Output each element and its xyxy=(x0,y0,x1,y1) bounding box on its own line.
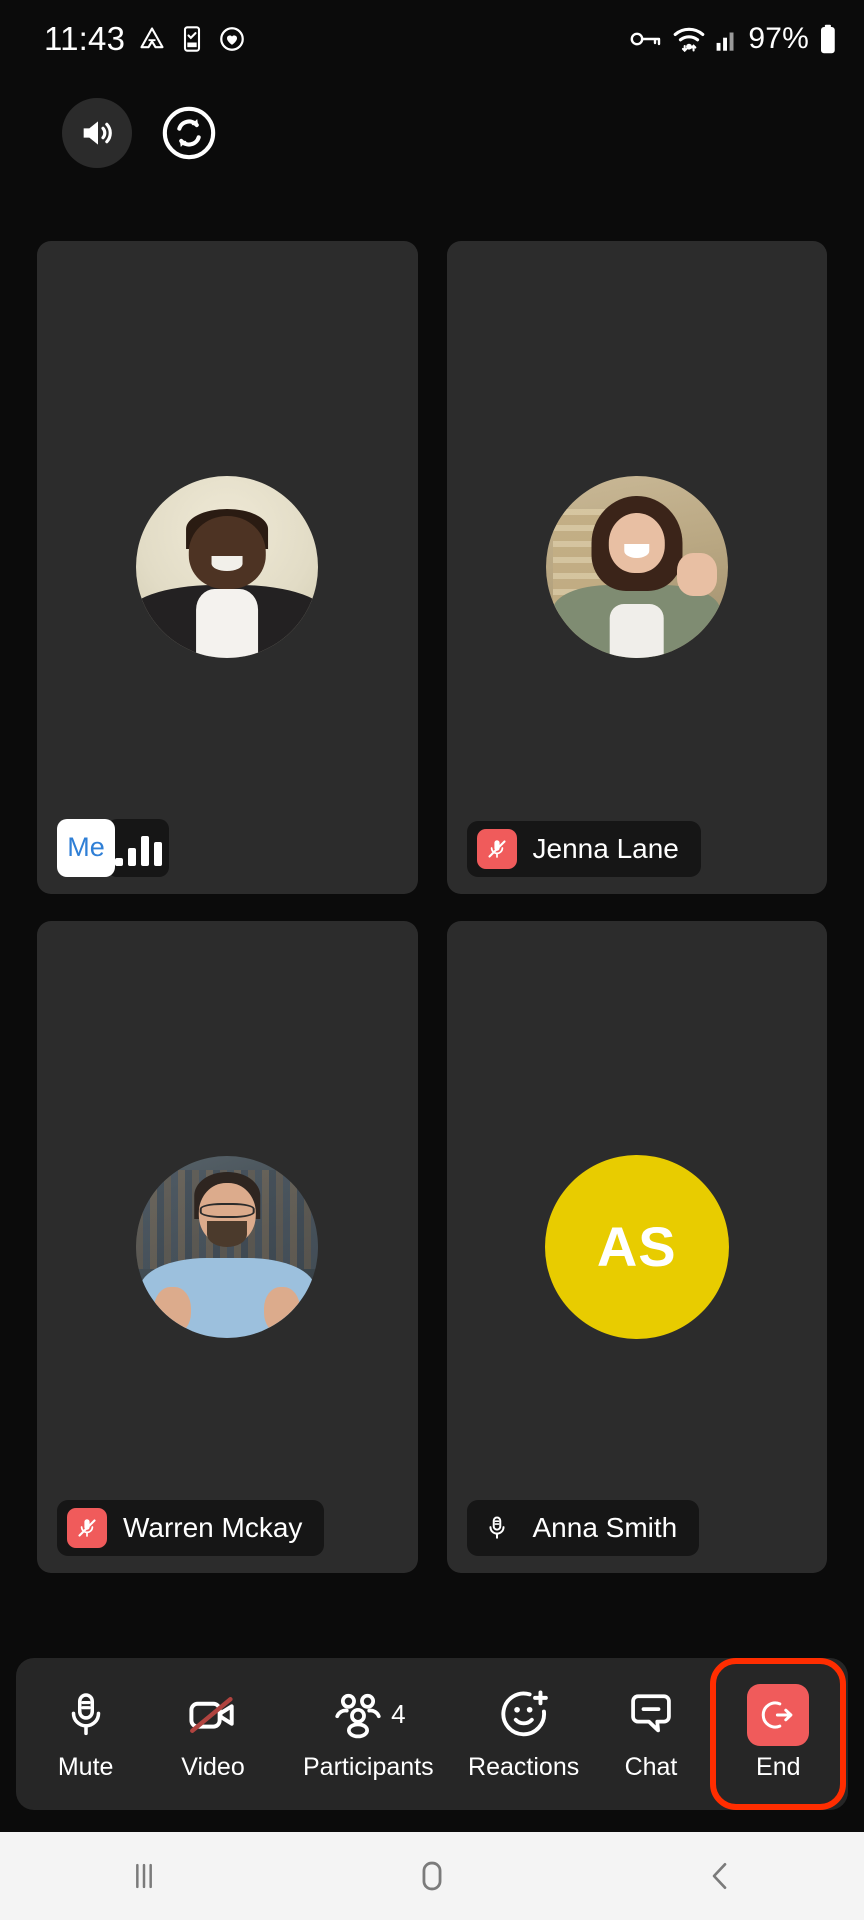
participants-button[interactable]: 4 Participants xyxy=(278,1664,458,1804)
video-label: Video xyxy=(181,1752,245,1781)
people-icon xyxy=(335,1693,381,1738)
avatar-wrapper xyxy=(545,476,728,659)
speaker-icon xyxy=(83,121,112,145)
status-bar-right: 97% xyxy=(629,22,838,56)
avatar xyxy=(136,1155,319,1338)
avatar-photo xyxy=(136,476,319,659)
avatar-initials: AS xyxy=(544,1154,729,1339)
avatar-wrapper: AS xyxy=(544,1154,729,1339)
tile-badge-row: Warren Mckay xyxy=(57,1500,325,1556)
heart-activity-icon xyxy=(220,27,244,51)
avatar xyxy=(545,476,728,659)
avatar xyxy=(136,476,319,659)
end-label: End xyxy=(756,1752,801,1781)
chat-label: Chat xyxy=(624,1752,678,1781)
mic-unmuted-icon xyxy=(477,1508,517,1548)
smiley-plus-icon xyxy=(498,1687,550,1743)
end-call-icon-wrap xyxy=(747,1683,810,1746)
call-toolbar: Mute Video 4 Participants Reactions Chat… xyxy=(16,1658,848,1810)
phone-checklist-icon xyxy=(184,26,201,52)
phone-screen: 11:43 97% Me Jenna Lane Warren Mckay AS … xyxy=(0,0,864,1920)
top-controls xyxy=(62,98,224,168)
tile-badge-row: Me xyxy=(57,818,169,877)
chat-bubble-icon xyxy=(625,1687,677,1743)
participant-name: Warren Mckay xyxy=(123,1512,303,1543)
avatar-photo xyxy=(136,1155,319,1338)
wifi-icon xyxy=(674,27,705,53)
switch-camera-button[interactable] xyxy=(154,98,224,168)
microphone-icon xyxy=(61,1687,111,1743)
vpn-key-icon xyxy=(630,32,661,46)
status-bar: 11:43 97% xyxy=(0,0,864,78)
video-grid: Me Jenna Lane Warren Mckay AS Anna Smith xyxy=(37,241,827,1573)
video-off-icon xyxy=(186,1687,240,1743)
cellular-signal-icon xyxy=(716,32,734,51)
mic-muted-icon xyxy=(67,1508,107,1548)
avatar-photo xyxy=(545,476,728,659)
participant-name: Anna Smith xyxy=(532,1512,678,1543)
battery-percent-label: 97% xyxy=(748,22,809,55)
google-drive-icon xyxy=(140,27,164,49)
battery-icon xyxy=(821,24,835,54)
signal-strength-icon xyxy=(107,818,169,877)
participant-tile-warren[interactable]: Warren Mckay xyxy=(37,920,418,1573)
participants-label: Participants xyxy=(303,1752,434,1781)
participants-icon-group: 4 xyxy=(331,1687,406,1743)
recents-icon xyxy=(136,1863,152,1889)
name-badge: Anna Smith xyxy=(466,1500,700,1556)
video-button[interactable]: Video xyxy=(151,1664,275,1804)
mute-label: Mute xyxy=(57,1752,114,1781)
participant-tile-anna[interactable]: AS Anna Smith xyxy=(446,920,827,1573)
back-icon xyxy=(712,1863,727,1889)
recents-button[interactable] xyxy=(74,1832,214,1920)
participant-name: Jenna Lane xyxy=(532,832,679,864)
android-nav-bar xyxy=(0,1832,864,1920)
participant-tile-jenna[interactable]: Jenna Lane xyxy=(446,241,827,894)
camera-switch-icon xyxy=(162,106,216,160)
status-bar-left: 11:43 xyxy=(44,20,246,58)
avatar-wrapper xyxy=(136,1155,319,1338)
avatar-wrapper xyxy=(136,476,319,659)
status-bar-clock: 11:43 xyxy=(44,20,126,57)
back-button[interactable] xyxy=(650,1832,790,1920)
mic-muted-icon xyxy=(476,828,517,869)
participant-tile-me[interactable]: Me xyxy=(37,241,418,894)
name-badge: Jenna Lane xyxy=(466,820,701,877)
tile-badge-row: Anna Smith xyxy=(466,1500,700,1556)
home-icon xyxy=(422,1861,442,1891)
name-badge: Warren Mckay xyxy=(57,1500,325,1556)
me-badge: Me xyxy=(57,818,169,877)
chat-button[interactable]: Chat xyxy=(589,1664,713,1804)
end-call-button[interactable]: End xyxy=(710,1658,847,1810)
home-button[interactable] xyxy=(362,1832,502,1920)
mute-button[interactable]: Mute xyxy=(24,1664,148,1804)
reactions-button[interactable]: Reactions xyxy=(462,1664,586,1804)
reactions-label: Reactions xyxy=(468,1752,580,1781)
leave-call-icon xyxy=(747,1683,810,1746)
speaker-button[interactable] xyxy=(62,98,132,168)
tile-badge-row: Jenna Lane xyxy=(466,820,701,877)
me-label: Me xyxy=(57,818,115,877)
participants-count: 4 xyxy=(391,1699,406,1729)
